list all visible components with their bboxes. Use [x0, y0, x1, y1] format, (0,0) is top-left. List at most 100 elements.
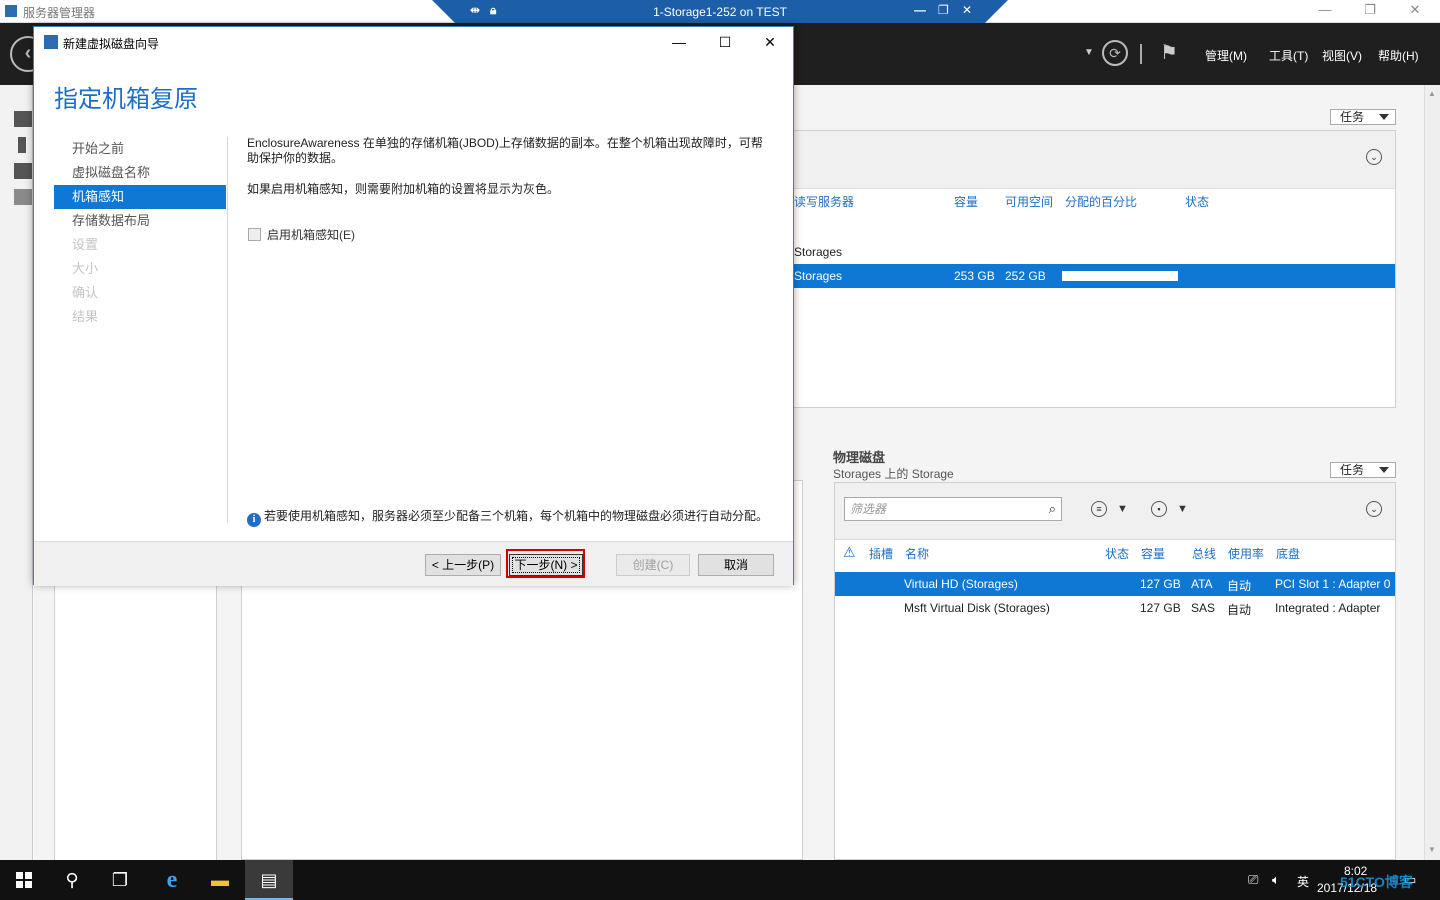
rdp-minimize-icon[interactable]: —	[914, 3, 926, 17]
col-chassis[interactable]: 底盘	[1276, 545, 1300, 562]
server-manager-icon	[4, 4, 18, 18]
previous-button[interactable]: < 上一步(P)	[425, 554, 501, 576]
col-name[interactable]: 名称	[905, 545, 929, 562]
col-rw-server[interactable]: 读写服务器	[794, 193, 854, 210]
lower-tasks-button[interactable]: 任务	[1330, 462, 1396, 478]
disk-usage: 自动	[1227, 579, 1252, 593]
col-status[interactable]: 状态	[1105, 545, 1129, 562]
table-row-selected[interactable]: Storages 253 GB 252 GB	[794, 264, 1395, 288]
watermark: 51CTO博客	[1340, 874, 1413, 890]
local-server-icon[interactable]	[18, 137, 26, 153]
panel-toolbar	[794, 131, 1395, 189]
wizard-maximize-icon[interactable]: ☐	[710, 31, 740, 53]
wizard-minimize-icon[interactable]: —	[664, 31, 694, 53]
step-before-you-begin[interactable]: 开始之前	[54, 137, 226, 161]
col-status[interactable]: 状态	[1185, 193, 1209, 210]
menu-view[interactable]: 视图(V)	[1322, 47, 1362, 64]
refresh-icon[interactable]: ⟳	[1102, 40, 1128, 66]
wizard-heading: 指定机箱复原	[54, 86, 198, 113]
physical-disks-panel: 筛选器 ⌕ ≡ ▼ ▪ ▼ ⌄ ⚠ 插槽 名称 状态 容量 总线 使用率 底盘 …	[834, 482, 1396, 860]
network-icon[interactable]: ⎚	[1248, 872, 1258, 888]
checkbox-box[interactable]	[248, 228, 261, 241]
table-row[interactable]: Msft Virtual Disk (Storages) 127 GB SAS …	[835, 596, 1395, 620]
scroll-up-icon[interactable]: ▲	[1428, 89, 1436, 98]
close-icon[interactable]: ✕	[1400, 2, 1430, 20]
allocation-progress-bar	[1062, 271, 1178, 281]
info-text: 若要使用机箱感知，服务器必须至少配备三个机箱，每个机箱中的物理磁盘必须进行自动分…	[264, 509, 769, 523]
notification-flag-icon[interactable]: ⚑	[1160, 40, 1178, 65]
server-manager-title: 服务器管理器	[23, 6, 96, 20]
restore-icon[interactable]: ❐	[1355, 2, 1385, 20]
search-icon[interactable]: ⚲	[48, 860, 96, 900]
table-row-selected[interactable]: Virtual HD (Storages) 127 GB ATA 自动 PCI …	[835, 572, 1395, 596]
rdp-restore-icon[interactable]: ❐	[938, 3, 949, 17]
cancel-button[interactable]: 取消	[698, 554, 774, 576]
taskbar: ⚲ ❐ e ▬ ▤ ⎚ 🔈︎ 英 8:02 2017/12/18 ▭	[0, 860, 1440, 900]
rdp-close-icon[interactable]: ✕	[962, 3, 972, 17]
all-servers-icon[interactable]	[14, 163, 32, 179]
vertical-scrollbar[interactable]: ▲ ▼	[1424, 85, 1440, 860]
col-usage[interactable]: 使用率	[1228, 545, 1264, 562]
windows-logo-icon	[16, 872, 32, 888]
volume-muted-icon[interactable]: 🔈︎	[1272, 872, 1280, 888]
save-query-icon[interactable]: ▪	[1151, 501, 1167, 517]
step-settings: 设置	[72, 237, 99, 252]
virtual-disks-panel: ⌄ 读写服务器 容量 可用空间 分配的百分比 状态 Storages Stora…	[793, 130, 1396, 408]
wizard-titlebar: 新建虚拟磁盘向导 — ☐ ✕	[34, 27, 793, 57]
wizard-icon	[44, 35, 58, 49]
row-name: Storages	[794, 269, 843, 283]
list-options-caret-icon[interactable]: ▼	[1117, 503, 1128, 515]
col-free-space[interactable]: 可用空间	[1005, 193, 1053, 210]
server-manager-taskbar-icon[interactable]: ▤	[245, 860, 293, 900]
save-query-caret-icon[interactable]: ▼	[1177, 503, 1188, 515]
file-explorer-icon[interactable]: ▬	[196, 860, 244, 900]
col-slot[interactable]: 插槽	[869, 545, 893, 562]
new-virtual-disk-wizard: 新建虚拟磁盘向导 — ☐ ✕ 指定机箱复原 开始之前 虚拟磁盘名称 机箱感知 存…	[33, 26, 794, 586]
warning-column-icon[interactable]: ⚠	[843, 544, 856, 561]
step-confirmation: 确认	[72, 285, 99, 300]
col-capacity[interactable]: 容量	[1141, 545, 1165, 562]
dashboard-icon[interactable]	[14, 111, 32, 127]
start-button[interactable]	[0, 860, 48, 900]
upper-tasks-button[interactable]: 任务	[1330, 109, 1396, 125]
wizard-close-icon[interactable]: ✕	[755, 31, 785, 53]
greyed-settings-note: 如果启用机箱感知，则需要附加机箱的设置将显示为灰色。	[247, 182, 560, 196]
step-enclosure-awareness[interactable]: 机箱感知	[54, 185, 226, 209]
scroll-down-icon[interactable]: ▼	[1428, 845, 1436, 854]
left-navigation	[0, 85, 33, 860]
group-row-storages[interactable]: Storages	[794, 245, 842, 259]
list-options-icon[interactable]: ≡	[1091, 501, 1107, 517]
internet-explorer-icon[interactable]: e	[148, 860, 196, 900]
expand-chevron-icon[interactable]: ⌄	[1366, 501, 1382, 517]
disk-name: Msft Virtual Disk (Storages)	[904, 601, 1050, 615]
disk-name: Virtual HD (Storages)	[904, 577, 1018, 591]
disk-bus: SAS	[1191, 601, 1216, 615]
step-virtual-disk-name[interactable]: 虚拟磁盘名称	[54, 161, 226, 185]
step-storage-layout[interactable]: 存储数据布局	[54, 209, 226, 233]
search-icon[interactable]: ⌕	[1049, 498, 1056, 520]
task-view-icon[interactable]: ❐	[96, 860, 144, 900]
upper-tasks-label: 任务	[1340, 110, 1365, 124]
enable-enclosure-awareness-checkbox[interactable]: 启用机箱感知(E)	[248, 226, 355, 243]
input-language[interactable]: 英	[1297, 873, 1309, 890]
lower-tasks-label: 任务	[1340, 463, 1365, 477]
disk-bus: ATA	[1191, 577, 1213, 591]
file-storage-icon[interactable]	[14, 189, 32, 205]
menu-manage[interactable]: 管理(M)	[1205, 47, 1247, 64]
menu-help[interactable]: 帮助(H)	[1378, 47, 1419, 64]
filter-input[interactable]: 筛选器 ⌕	[844, 497, 1062, 521]
expand-chevron-icon[interactable]: ⌄	[1366, 149, 1382, 165]
col-allocated[interactable]: 分配的百分比	[1065, 193, 1137, 210]
disk-chassis: Integrated : Adapter	[1275, 601, 1381, 615]
filter-placeholder: 筛选器	[850, 502, 887, 516]
minimize-icon[interactable]: —	[1310, 2, 1340, 20]
disk-usage: 自动	[1227, 603, 1252, 617]
info-note: i 若要使用机箱感知，服务器必须至少配备三个机箱，每个机箱中的物理磁盘必须进行自动…	[247, 507, 768, 527]
dropdown-caret-icon[interactable]: ▼	[1084, 47, 1094, 58]
col-bus[interactable]: 总线	[1192, 545, 1216, 562]
menu-tools[interactable]: 工具(T)	[1269, 47, 1308, 64]
wizard-title: 新建虚拟磁盘向导	[63, 37, 160, 51]
next-button-highlight	[506, 549, 585, 578]
wizard-steps: 开始之前 虚拟磁盘名称 机箱感知 存储数据布局 设置 大小 确认 结果	[54, 137, 226, 329]
col-capacity[interactable]: 容量	[954, 193, 978, 210]
